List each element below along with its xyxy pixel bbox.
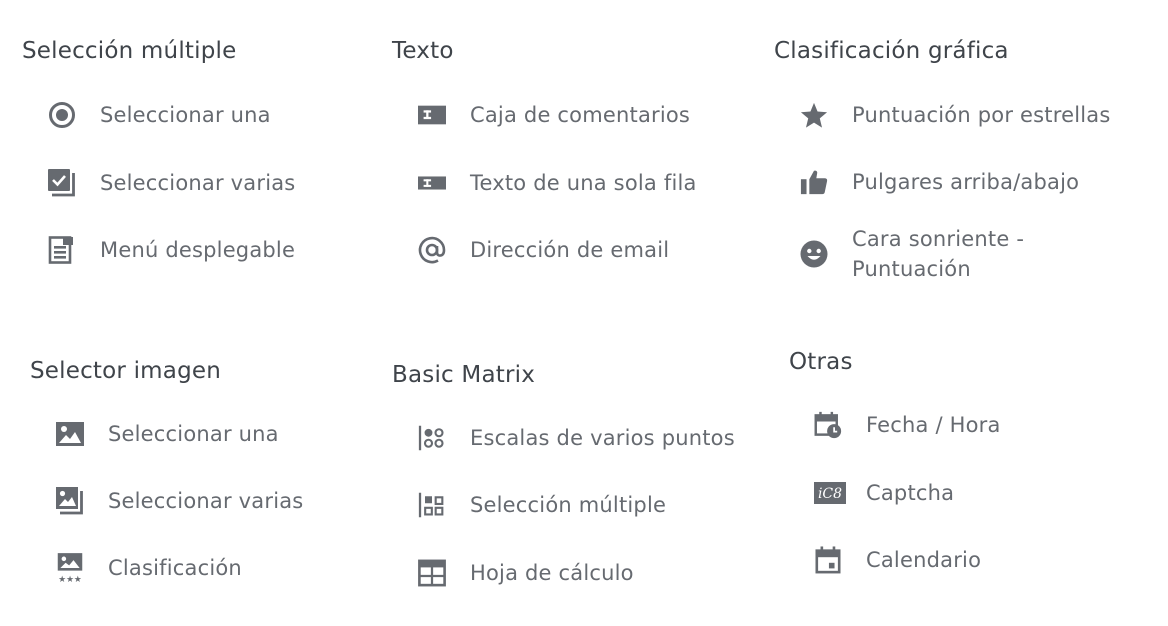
item-date-time[interactable]: Fecha / Hora <box>814 410 1001 440</box>
item-label-line1: Cara sonriente - <box>852 227 1025 251</box>
smiley-icon <box>800 240 828 268</box>
item-label: Seleccionar una <box>100 103 271 127</box>
group-title-image-selector: Selector imagen <box>30 358 222 384</box>
captcha-icon: iC8 <box>814 479 846 507</box>
item-label: Hoja de cálculo <box>470 561 634 585</box>
dropdown-menu-icon <box>48 236 76 264</box>
image-icon <box>56 420 84 448</box>
item-label: Seleccionar una <box>108 422 279 446</box>
group-multiple-choice: Selección múltiple <box>22 38 236 64</box>
item-label: Caja de comentarios <box>470 103 691 127</box>
group-title-basic-matrix: Basic Matrix <box>392 362 536 388</box>
thumbs-up-icon <box>800 168 828 196</box>
item-select-multiple[interactable]: Seleccionar varias <box>48 168 295 198</box>
image-multi-icon <box>56 487 84 515</box>
item-label: Fecha / Hora <box>866 413 1001 437</box>
item-matrix-multiple-choice[interactable]: Selección múltiple <box>418 490 666 520</box>
group-title-multiple-choice: Selección múltiple <box>22 38 237 64</box>
item-label: Cara sonriente - Puntuación <box>852 224 1024 284</box>
item-label: Texto de una sola fila <box>470 171 697 195</box>
item-comment-box[interactable]: Caja de comentarios <box>418 100 690 130</box>
item-label-line2: Puntuación <box>852 257 971 281</box>
item-label: Selección múltiple <box>470 493 667 517</box>
single-line-text-icon <box>418 169 446 197</box>
item-label: Escalas de varios puntos <box>470 426 735 450</box>
item-dropdown[interactable]: Menú desplegable <box>48 235 295 265</box>
star-icon <box>800 101 828 129</box>
item-label: Puntuación por estrellas <box>852 103 1111 127</box>
calendar-icon <box>814 546 842 574</box>
matrix-scale-icon <box>418 424 446 452</box>
item-image-select-multiple[interactable]: Seleccionar varias <box>56 486 303 516</box>
item-label: Seleccionar varias <box>108 489 304 513</box>
item-label: Dirección de email <box>470 238 670 262</box>
item-multi-point-scales[interactable]: Escalas de varios puntos <box>418 423 735 453</box>
item-email-address[interactable]: Dirección de email <box>418 235 669 265</box>
group-image-selector: Selector imagen <box>30 358 221 384</box>
group-others: Otras <box>789 349 853 375</box>
item-star-rating[interactable]: Puntuación por estrellas <box>800 100 1111 130</box>
group-title-others: Otras <box>789 349 853 375</box>
group-graphic-rating: Clasificación gráfica <box>774 38 1009 64</box>
item-label: Pulgares arriba/abajo <box>852 170 1080 194</box>
item-label: Menú desplegable <box>100 238 296 262</box>
group-title-graphic-rating: Clasificación gráfica <box>774 38 1009 64</box>
group-text: Texto <box>392 38 454 64</box>
item-spreadsheet[interactable]: Hoja de cálculo <box>418 558 634 588</box>
item-label: Captcha <box>866 481 955 505</box>
item-select-one[interactable]: Seleccionar una <box>48 100 271 130</box>
item-label: Seleccionar varias <box>100 171 296 195</box>
item-label: Calendario <box>866 548 982 572</box>
group-basic-matrix: Basic Matrix <box>392 362 535 388</box>
item-calendar[interactable]: Calendario <box>814 545 981 575</box>
item-label: Clasificación <box>108 556 242 580</box>
item-thumbs[interactable]: Pulgares arriba/abajo <box>800 167 1079 197</box>
spreadsheet-icon <box>418 559 446 587</box>
radio-selected-icon <box>48 101 76 129</box>
item-captcha[interactable]: iC8 Captcha <box>814 478 954 508</box>
captcha-icon-text: iC8 <box>818 486 842 502</box>
checkbox-multi-icon <box>48 169 76 197</box>
image-rating-icon: ★★★ <box>56 553 84 585</box>
item-image-select-one[interactable]: Seleccionar una <box>56 419 279 449</box>
item-image-rating[interactable]: ★★★ Clasificación <box>56 553 242 585</box>
group-title-text: Texto <box>392 38 454 64</box>
matrix-multi-icon <box>418 491 446 519</box>
svg-text:★★★: ★★★ <box>58 575 82 585</box>
item-smiley-rating[interactable]: Cara sonriente - Puntuación <box>800 224 1024 284</box>
item-single-line-text[interactable]: Texto de una sola fila <box>418 168 697 198</box>
at-sign-icon <box>418 236 446 264</box>
text-box-icon <box>418 101 446 129</box>
calendar-clock-icon <box>814 411 842 439</box>
